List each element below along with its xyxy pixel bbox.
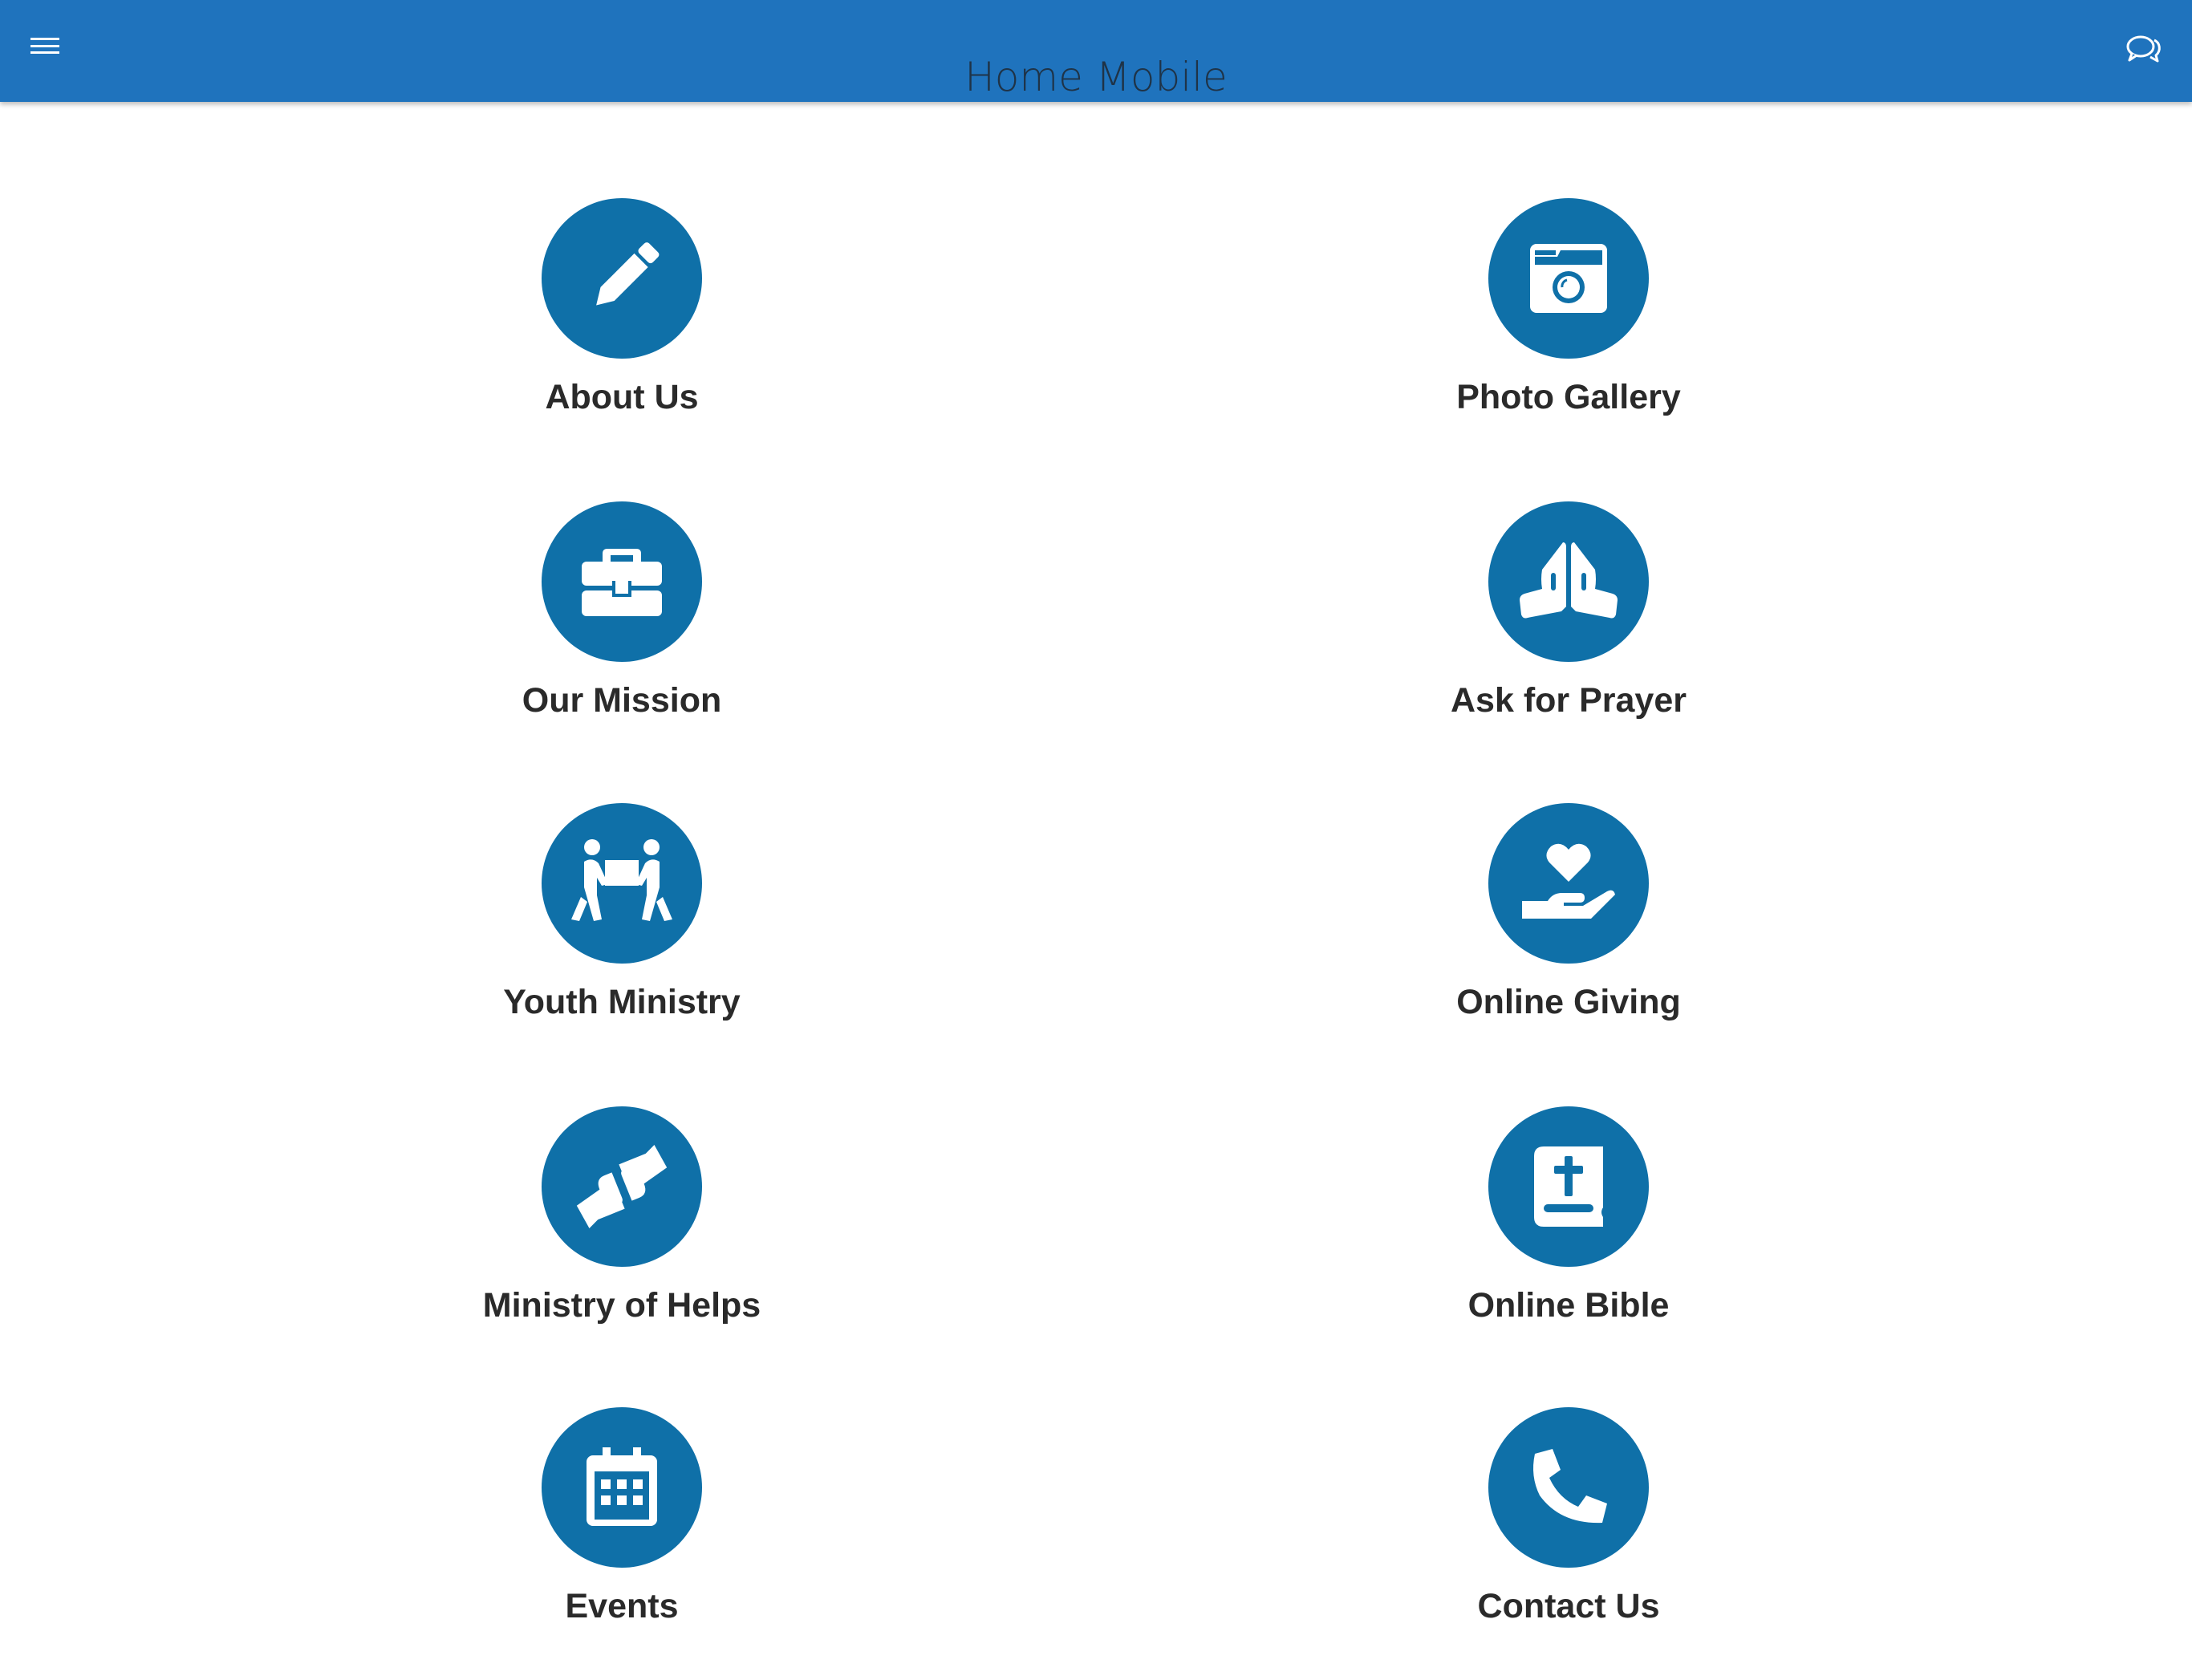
photo-gallery-button[interactable] bbox=[1488, 198, 1649, 359]
tile-label: Youth Ministry bbox=[503, 983, 741, 1021]
contact-us-button[interactable] bbox=[1488, 1407, 1649, 1568]
events-button[interactable] bbox=[542, 1407, 702, 1568]
tile-label: Online Bible bbox=[1467, 1286, 1670, 1325]
chat-bubbles-icon bbox=[2126, 35, 2161, 63]
youth-ministry-button[interactable] bbox=[542, 803, 702, 964]
tile-online-bible[interactable]: Online Bible bbox=[1328, 1106, 1809, 1379]
camera-icon bbox=[1530, 244, 1607, 313]
people-carrying-icon bbox=[571, 839, 672, 921]
pencil-icon bbox=[596, 242, 660, 306]
online-giving-button[interactable] bbox=[1488, 803, 1649, 964]
our-mission-button[interactable] bbox=[542, 501, 702, 662]
tile-label: Our Mission bbox=[522, 681, 722, 720]
tile-about-us[interactable]: About Us bbox=[381, 198, 863, 471]
ask-for-prayer-button[interactable] bbox=[1488, 501, 1649, 662]
online-bible-button[interactable] bbox=[1488, 1106, 1649, 1267]
tile-events[interactable]: Events bbox=[381, 1407, 863, 1680]
tile-online-giving[interactable]: Online Giving bbox=[1328, 803, 1809, 1076]
tile-contact-us[interactable]: Contact Us bbox=[1328, 1407, 1809, 1680]
tile-label: Contact Us bbox=[1477, 1587, 1660, 1625]
bible-icon bbox=[1534, 1146, 1603, 1227]
tile-label: Ask for Prayer bbox=[1451, 681, 1687, 720]
tile-our-mission[interactable]: Our Mission bbox=[381, 501, 863, 774]
page-title: Home Mobile bbox=[964, 54, 1228, 100]
praying-hands-icon bbox=[1520, 542, 1618, 619]
tile-ask-for-prayer[interactable]: Ask for Prayer bbox=[1328, 501, 1809, 774]
app-header: Home Mobile bbox=[0, 0, 2192, 102]
tile-label: About Us bbox=[545, 378, 699, 416]
tile-ministry-of-helps[interactable]: Ministry of Helps bbox=[381, 1106, 863, 1379]
calendar-icon bbox=[587, 1447, 657, 1526]
toolbox-icon bbox=[582, 549, 662, 616]
phone-icon bbox=[1533, 1449, 1607, 1524]
tile-label: Events bbox=[565, 1587, 679, 1625]
tile-photo-gallery[interactable]: Photo Gallery bbox=[1328, 198, 1809, 471]
tile-label: Photo Gallery bbox=[1456, 378, 1681, 416]
hand-holding-heart-icon bbox=[1522, 843, 1615, 919]
chat-button[interactable] bbox=[2118, 22, 2171, 75]
handshake-icon bbox=[576, 1145, 668, 1228]
about-us-button[interactable] bbox=[542, 198, 702, 359]
tile-youth-ministry[interactable]: Youth Ministry bbox=[381, 803, 863, 1076]
ministry-of-helps-button[interactable] bbox=[542, 1106, 702, 1267]
tile-label: Ministry of Helps bbox=[482, 1286, 761, 1325]
tile-label: Online Giving bbox=[1456, 983, 1681, 1021]
